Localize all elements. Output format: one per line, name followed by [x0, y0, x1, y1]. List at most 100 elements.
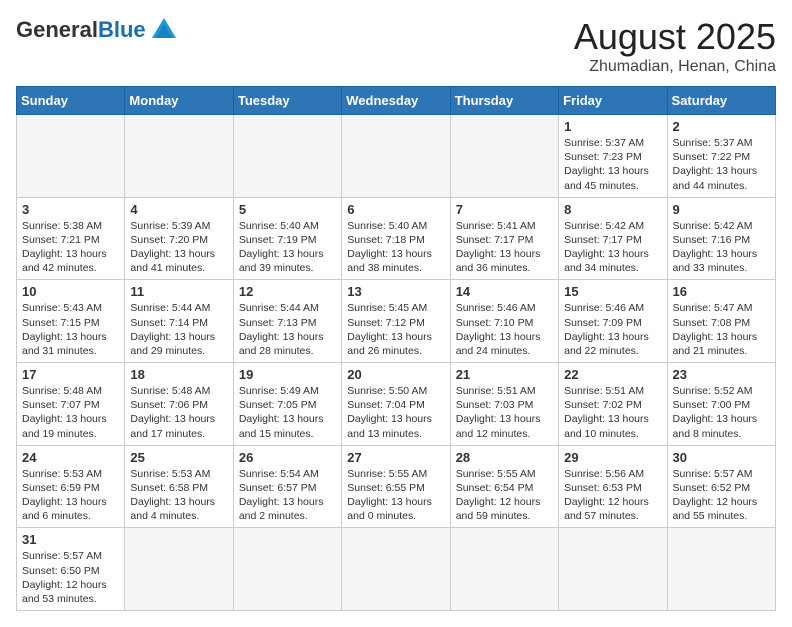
calendar-week-6: 31 Sunrise: 5:57 AM Sunset: 6:50 PM Dayli… — [17, 528, 776, 611]
calendar-cell: 23Sunrise: 5:52 AM Sunset: 7:00 PM Dayli… — [667, 363, 775, 446]
calendar-week-4: 17 Sunrise: 5:48 AM Sunset: 7:07 PM Dayli… — [17, 363, 776, 446]
day-number: 29 — [564, 450, 661, 465]
day-info: Sunrise: 5:37 AM Sunset: 7:23 PM Dayligh… — [564, 136, 661, 193]
day-info: Sunrise: 5:44 AM Sunset: 7:13 PM Dayligh… — [239, 301, 336, 358]
day-number: 2 — [673, 119, 770, 134]
calendar-week-1: 1 Sunrise: 5:37 AM Sunset: 7:23 PM Daylig… — [17, 115, 776, 198]
logo-icon — [150, 16, 178, 44]
day-info: Sunrise: 5:48 AM Sunset: 7:07 PM Dayligh… — [22, 384, 119, 441]
day-info: Sunrise: 5:53 AM Sunset: 6:59 PM Dayligh… — [22, 467, 119, 524]
calendar-cell — [125, 528, 233, 611]
calendar-cell: 26 Sunrise: 5:54 AM Sunset: 6:57 PM Dayli… — [233, 445, 341, 528]
day-info: Sunrise: 5:53 AM Sunset: 6:58 PM Dayligh… — [130, 467, 227, 524]
header: GeneralBlue August 2025 Zhumadian, Henan… — [16, 16, 776, 76]
weekday-header-monday: Monday — [125, 87, 233, 115]
day-number: 12 — [239, 284, 336, 299]
calendar-cell: 12 Sunrise: 5:44 AM Sunset: 7:13 PM Dayli… — [233, 280, 341, 363]
day-info: Sunrise: 5:55 AM Sunset: 6:54 PM Dayligh… — [456, 467, 553, 524]
calendar-cell: 9Sunrise: 5:42 AM Sunset: 7:16 PM Daylig… — [667, 197, 775, 280]
day-number: 30 — [673, 450, 770, 465]
calendar-cell: 10 Sunrise: 5:43 AM Sunset: 7:15 PM Dayli… — [17, 280, 125, 363]
calendar-cell — [125, 115, 233, 198]
day-number: 22 — [564, 367, 661, 382]
weekday-header-sunday: Sunday — [17, 87, 125, 115]
calendar-cell: 7 Sunrise: 5:41 AM Sunset: 7:17 PM Daylig… — [450, 197, 558, 280]
day-info: Sunrise: 5:56 AM Sunset: 6:53 PM Dayligh… — [564, 467, 661, 524]
calendar-cell — [667, 528, 775, 611]
day-info: Sunrise: 5:39 AM Sunset: 7:20 PM Dayligh… — [130, 219, 227, 276]
calendar-cell: 19Sunrise: 5:49 AM Sunset: 7:05 PM Dayli… — [233, 363, 341, 446]
day-number: 24 — [22, 450, 119, 465]
calendar-cell: 24 Sunrise: 5:53 AM Sunset: 6:59 PM Dayli… — [17, 445, 125, 528]
calendar-cell: 1 Sunrise: 5:37 AM Sunset: 7:23 PM Daylig… — [559, 115, 667, 198]
calendar-cell — [17, 115, 125, 198]
day-info: Sunrise: 5:46 AM Sunset: 7:10 PM Dayligh… — [456, 301, 553, 358]
day-number: 14 — [456, 284, 553, 299]
month-year: August 2025 — [574, 16, 776, 58]
calendar-cell: 21Sunrise: 5:51 AM Sunset: 7:03 PM Dayli… — [450, 363, 558, 446]
calendar-cell: 8 Sunrise: 5:42 AM Sunset: 7:17 PM Daylig… — [559, 197, 667, 280]
calendar-cell: 31 Sunrise: 5:57 AM Sunset: 6:50 PM Dayli… — [17, 528, 125, 611]
calendar-cell: 18Sunrise: 5:48 AM Sunset: 7:06 PM Dayli… — [125, 363, 233, 446]
weekday-header-friday: Friday — [559, 87, 667, 115]
calendar-cell — [233, 528, 341, 611]
day-info: Sunrise: 5:49 AM Sunset: 7:05 PM Dayligh… — [239, 384, 336, 441]
weekday-header-saturday: Saturday — [667, 87, 775, 115]
day-info: Sunrise: 5:57 AM Sunset: 6:52 PM Dayligh… — [673, 467, 770, 524]
calendar-cell: 2Sunrise: 5:37 AM Sunset: 7:22 PM Daylig… — [667, 115, 775, 198]
day-number: 6 — [347, 202, 444, 217]
calendar-cell: 22 Sunrise: 5:51 AM Sunset: 7:02 PM Dayli… — [559, 363, 667, 446]
day-info: Sunrise: 5:46 AM Sunset: 7:09 PM Dayligh… — [564, 301, 661, 358]
day-info: Sunrise: 5:38 AM Sunset: 7:21 PM Dayligh… — [22, 219, 119, 276]
weekday-header-wednesday: Wednesday — [342, 87, 450, 115]
day-info: Sunrise: 5:41 AM Sunset: 7:17 PM Dayligh… — [456, 219, 553, 276]
day-number: 25 — [130, 450, 227, 465]
calendar-cell — [233, 115, 341, 198]
day-number: 15 — [564, 284, 661, 299]
logo-blue: Blue — [98, 17, 146, 42]
day-number: 4 — [130, 202, 227, 217]
day-info: Sunrise: 5:42 AM Sunset: 7:17 PM Dayligh… — [564, 219, 661, 276]
calendar-cell: 29 Sunrise: 5:56 AM Sunset: 6:53 PM Dayli… — [559, 445, 667, 528]
day-number: 3 — [22, 202, 119, 217]
day-info: Sunrise: 5:52 AM Sunset: 7:00 PM Dayligh… — [673, 384, 770, 441]
calendar-cell: 28Sunrise: 5:55 AM Sunset: 6:54 PM Dayli… — [450, 445, 558, 528]
calendar-cell: 25 Sunrise: 5:53 AM Sunset: 6:58 PM Dayli… — [125, 445, 233, 528]
calendar-cell: 15 Sunrise: 5:46 AM Sunset: 7:09 PM Dayli… — [559, 280, 667, 363]
day-info: Sunrise: 5:48 AM Sunset: 7:06 PM Dayligh… — [130, 384, 227, 441]
calendar-cell — [450, 115, 558, 198]
day-info: Sunrise: 5:51 AM Sunset: 7:02 PM Dayligh… — [564, 384, 661, 441]
day-number: 13 — [347, 284, 444, 299]
calendar-cell: 4 Sunrise: 5:39 AM Sunset: 7:20 PM Daylig… — [125, 197, 233, 280]
calendar-cell — [450, 528, 558, 611]
day-number: 1 — [564, 119, 661, 134]
weekday-header-row: SundayMondayTuesdayWednesdayThursdayFrid… — [17, 87, 776, 115]
calendar-cell: 11Sunrise: 5:44 AM Sunset: 7:14 PM Dayli… — [125, 280, 233, 363]
logo: GeneralBlue — [16, 16, 178, 44]
day-number: 7 — [456, 202, 553, 217]
day-number: 16 — [673, 284, 770, 299]
day-info: Sunrise: 5:57 AM Sunset: 6:50 PM Dayligh… — [22, 549, 119, 606]
calendar-cell: 17 Sunrise: 5:48 AM Sunset: 7:07 PM Dayli… — [17, 363, 125, 446]
day-info: Sunrise: 5:45 AM Sunset: 7:12 PM Dayligh… — [347, 301, 444, 358]
day-number: 10 — [22, 284, 119, 299]
day-number: 31 — [22, 532, 119, 547]
day-number: 17 — [22, 367, 119, 382]
day-info: Sunrise: 5:55 AM Sunset: 6:55 PM Dayligh… — [347, 467, 444, 524]
calendar-cell: 14 Sunrise: 5:46 AM Sunset: 7:10 PM Dayli… — [450, 280, 558, 363]
calendar-cell: 6Sunrise: 5:40 AM Sunset: 7:18 PM Daylig… — [342, 197, 450, 280]
calendar-cell: 13 Sunrise: 5:45 AM Sunset: 7:12 PM Dayli… — [342, 280, 450, 363]
day-info: Sunrise: 5:51 AM Sunset: 7:03 PM Dayligh… — [456, 384, 553, 441]
day-info: Sunrise: 5:54 AM Sunset: 6:57 PM Dayligh… — [239, 467, 336, 524]
title-area: August 2025 Zhumadian, Henan, China — [574, 16, 776, 76]
calendar: SundayMondayTuesdayWednesdayThursdayFrid… — [16, 86, 776, 611]
day-info: Sunrise: 5:50 AM Sunset: 7:04 PM Dayligh… — [347, 384, 444, 441]
day-info: Sunrise: 5:43 AM Sunset: 7:15 PM Dayligh… — [22, 301, 119, 358]
calendar-cell — [342, 528, 450, 611]
day-number: 26 — [239, 450, 336, 465]
day-info: Sunrise: 5:40 AM Sunset: 7:19 PM Dayligh… — [239, 219, 336, 276]
day-number: 11 — [130, 284, 227, 299]
day-number: 8 — [564, 202, 661, 217]
calendar-cell — [559, 528, 667, 611]
calendar-cell: 16Sunrise: 5:47 AM Sunset: 7:08 PM Dayli… — [667, 280, 775, 363]
